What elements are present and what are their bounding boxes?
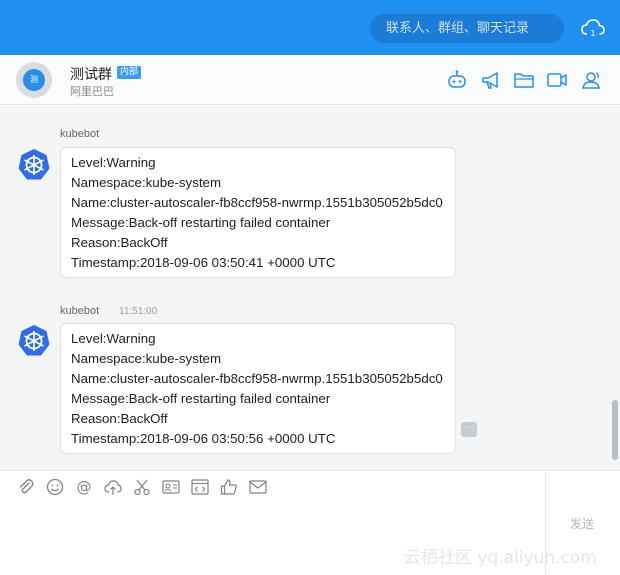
message-time: 11:51:00 xyxy=(119,306,158,317)
message-line: Name:cluster-autoscaler-fb8ccf958-nwrmp.… xyxy=(71,195,443,210)
message-line: Timestamp:2018-09-06 03:50:56 +0000 UTC xyxy=(71,431,336,446)
message-line: Reason:BackOff xyxy=(71,235,168,250)
kubernetes-logo-icon[interactable] xyxy=(17,324,51,358)
emoji-icon[interactable] xyxy=(46,478,64,496)
group-name: 测试群 xyxy=(70,67,112,83)
internal-badge: 内部 xyxy=(117,66,142,79)
mention-icon[interactable]: @ xyxy=(75,478,93,496)
send-button[interactable]: 发送 xyxy=(570,515,594,532)
kubernetes-logo-icon[interactable] xyxy=(17,148,51,182)
top-bar: 联系人、群组、聊天记录 1 xyxy=(0,0,620,55)
thumbs-up-icon[interactable] xyxy=(220,478,238,496)
svg-text:@: @ xyxy=(77,478,92,496)
code-icon[interactable] xyxy=(191,478,209,496)
cloud-sync-icon[interactable]: 1 xyxy=(580,15,606,41)
message-bubble[interactable]: Level:Warning Namespace:kube-system Name… xyxy=(60,147,456,278)
chat-header: 测 测试群 内部 阿里巴巴 xyxy=(0,55,620,105)
megaphone-icon[interactable] xyxy=(480,69,502,91)
message-bubble[interactable]: Level:Warning Namespace:kube-system Name… xyxy=(60,323,456,454)
robot-icon[interactable] xyxy=(446,69,468,91)
message-line: Timestamp:2018-09-06 03:50:41 +0000 UTC xyxy=(71,255,336,270)
mail-icon[interactable] xyxy=(249,478,267,496)
contact-card-icon[interactable] xyxy=(162,478,180,496)
folder-icon[interactable] xyxy=(513,69,535,91)
video-icon[interactable] xyxy=(546,69,568,91)
message-sender: kubebot xyxy=(60,305,100,317)
more-options-icon[interactable]: ··· xyxy=(461,422,477,437)
message-line: Namespace:kube-system xyxy=(71,351,222,366)
group-avatar-text: 测 xyxy=(23,69,45,91)
message-line: Reason:BackOff xyxy=(71,411,168,426)
attachment-icon[interactable] xyxy=(17,478,35,496)
search-input[interactable]: 联系人、群组、聊天记录 xyxy=(370,14,564,43)
message-line: Name:cluster-autoscaler-fb8ccf958-nwrmp.… xyxy=(71,371,443,386)
cloud-upload-icon[interactable] xyxy=(104,478,122,496)
group-avatar[interactable]: 测 xyxy=(16,62,52,98)
message-line: Level:Warning xyxy=(71,155,156,170)
message-line: Level:Warning xyxy=(71,331,156,346)
message-line: Message:Back-off restarting failed conta… xyxy=(71,215,331,230)
contacts-icon[interactable] xyxy=(581,69,603,91)
message-sender: kubebot xyxy=(60,128,100,140)
scissors-icon[interactable] xyxy=(133,478,151,496)
message-line: Message:Back-off restarting failed conta… xyxy=(71,391,331,406)
scrollbar[interactable] xyxy=(612,400,618,460)
watermark: 云栖社区 yq.aliyun.com xyxy=(404,548,597,568)
organization-name: 阿里巴巴 xyxy=(70,85,114,98)
message-line: Namespace:kube-system xyxy=(71,175,222,190)
svg-text:1: 1 xyxy=(590,29,595,38)
